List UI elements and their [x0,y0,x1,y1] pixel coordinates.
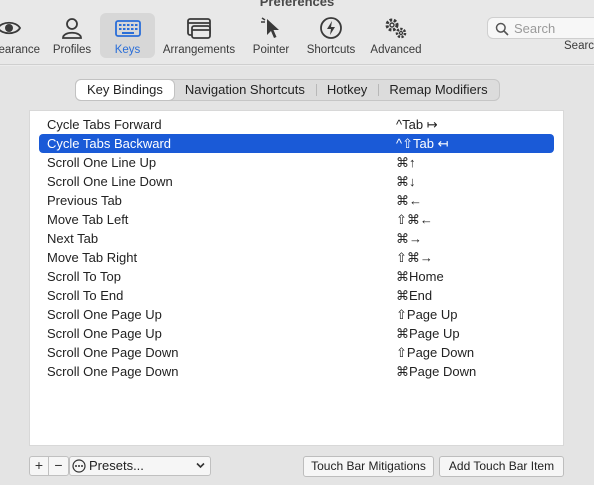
table-row[interactable]: Scroll To End ⌘End [39,286,554,305]
binding-action: Scroll One Page Up [47,326,162,341]
table-row[interactable]: Scroll One Page Up ⌘Page Up [39,324,554,343]
search-icon [495,22,509,36]
toolbar-item-keys[interactable]: Keys [100,13,155,58]
table-row[interactable]: Cycle Tabs Forward ^Tab ↦ [39,115,554,134]
binding-action: Scroll One Page Down [47,364,179,379]
windows-icon [160,16,238,40]
binding-shortcut: ^⇧Tab ↤ [396,136,449,151]
table-row[interactable]: Scroll One Page Down ⌘Page Down [39,362,554,381]
tab-hotkey[interactable]: Hotkey [315,80,378,100]
table-row[interactable]: Scroll One Page Up ⇧Page Up [39,305,554,324]
binding-action: Scroll One Page Up [47,307,162,322]
toolbar-item-label: Arrangements [162,44,236,56]
tab-remap-modifiers[interactable]: Remap Modifiers [378,80,498,100]
toolbar-item-label: Advanced [370,44,422,56]
presets-label: Presets... [89,458,144,473]
binding-action: Scroll To End [47,288,124,303]
binding-shortcut: ⌘← [396,193,422,208]
toolbar: Preferences Appearance Profiles [0,0,594,65]
touch-bar-mitigations-button[interactable]: Touch Bar Mitigations [303,456,434,477]
binding-action: Move Tab Right [47,250,138,265]
table-row[interactable]: Move Tab Left ⇧⌘← [39,210,554,229]
remove-button[interactable]: − [49,457,68,475]
add-touch-bar-item-button[interactable]: Add Touch Bar Item [439,456,564,477]
table-row-selected[interactable]: Cycle Tabs Backward ^⇧Tab ↤ [39,134,554,153]
key-bindings-table: Cycle Tabs Forward ^Tab ↦ Cycle Tabs Bac… [29,110,564,446]
eye-icon [0,16,40,40]
search-field[interactable] [487,17,594,39]
toolbar-item-label: Pointer [252,44,290,56]
pointer-icon [247,16,295,40]
toolbar-item-label: Keys [114,44,141,56]
add-remove-group: + − [29,456,69,476]
binding-shortcut: ⌘↑ [396,155,416,170]
lightning-icon [302,16,360,40]
table-row[interactable]: Scroll One Page Down ⇧Page Down [39,343,554,362]
binding-shortcut: ⌘→ [396,231,422,246]
binding-shortcut: ^Tab ↦ [396,117,438,132]
toolbar-item-appearance[interactable]: Appearance [0,13,40,58]
binding-action: Cycle Tabs Backward [47,136,172,151]
binding-action: Scroll To Top [47,269,121,284]
keyboard-icon [100,16,155,40]
toolbar-item-label: Profiles [52,44,92,56]
person-icon [47,16,97,40]
add-button[interactable]: + [30,457,49,475]
binding-shortcut: ⇧Page Down [396,345,475,360]
binding-action: Next Tab [47,231,99,246]
tab-key-bindings[interactable]: Key Bindings [76,80,174,100]
toolbar-item-pointer[interactable]: Pointer [247,13,295,58]
binding-shortcut: ⌘Home [396,269,444,284]
binding-shortcut: ⌘End [396,288,433,303]
toolbar-item-profiles[interactable]: Profiles [47,13,97,58]
binding-action: Scroll One Page Down [47,345,179,360]
table-row[interactable]: Previous Tab ⌘← [39,191,554,210]
toolbar-item-shortcuts[interactable]: Shortcuts [302,13,360,58]
table-row[interactable]: Scroll One Line Up ⌘↑ [39,153,554,172]
search-input[interactable] [514,20,594,36]
table-row[interactable]: Move Tab Right ⇧⌘→ [39,248,554,267]
presets-popup[interactable]: Presets... [69,456,211,476]
search-label: Search [564,40,594,52]
ellipsis-circle-icon [72,459,86,473]
gears-icon [366,16,426,40]
tab-navigation-shortcuts[interactable]: Navigation Shortcuts [174,80,316,100]
binding-shortcut: ⇧⌘← [396,212,433,227]
table-row[interactable]: Scroll To Top ⌘Home [39,267,554,286]
binding-shortcut: ⌘Page Up [396,326,460,341]
toolbar-item-label: Appearance [0,44,41,56]
toolbar-item-arrangements[interactable]: Arrangements [160,13,238,58]
binding-action: Scroll One Line Up [47,155,157,170]
binding-action: Previous Tab [47,193,122,208]
binding-shortcut: ⇧⌘→ [396,250,433,265]
table-row[interactable]: Scroll One Line Down ⌘↓ [39,172,554,191]
tab-bar: Key Bindings Navigation Shortcuts Hotkey… [75,79,500,101]
binding-action: Move Tab Left [47,212,129,227]
binding-action: Cycle Tabs Forward [47,117,162,132]
table-row[interactable]: Next Tab ⌘→ [39,229,554,248]
binding-shortcut: ⌘↓ [396,174,416,189]
toolbar-item-advanced[interactable]: Advanced [366,13,426,58]
binding-shortcut: ⌘Page Down [396,364,477,379]
chevron-down-icon [196,462,205,469]
binding-shortcut: ⇧Page Up [396,307,458,322]
binding-action: Scroll One Line Down [47,174,173,189]
toolbar-item-label: Shortcuts [306,44,356,56]
window-title: Preferences [259,0,335,9]
